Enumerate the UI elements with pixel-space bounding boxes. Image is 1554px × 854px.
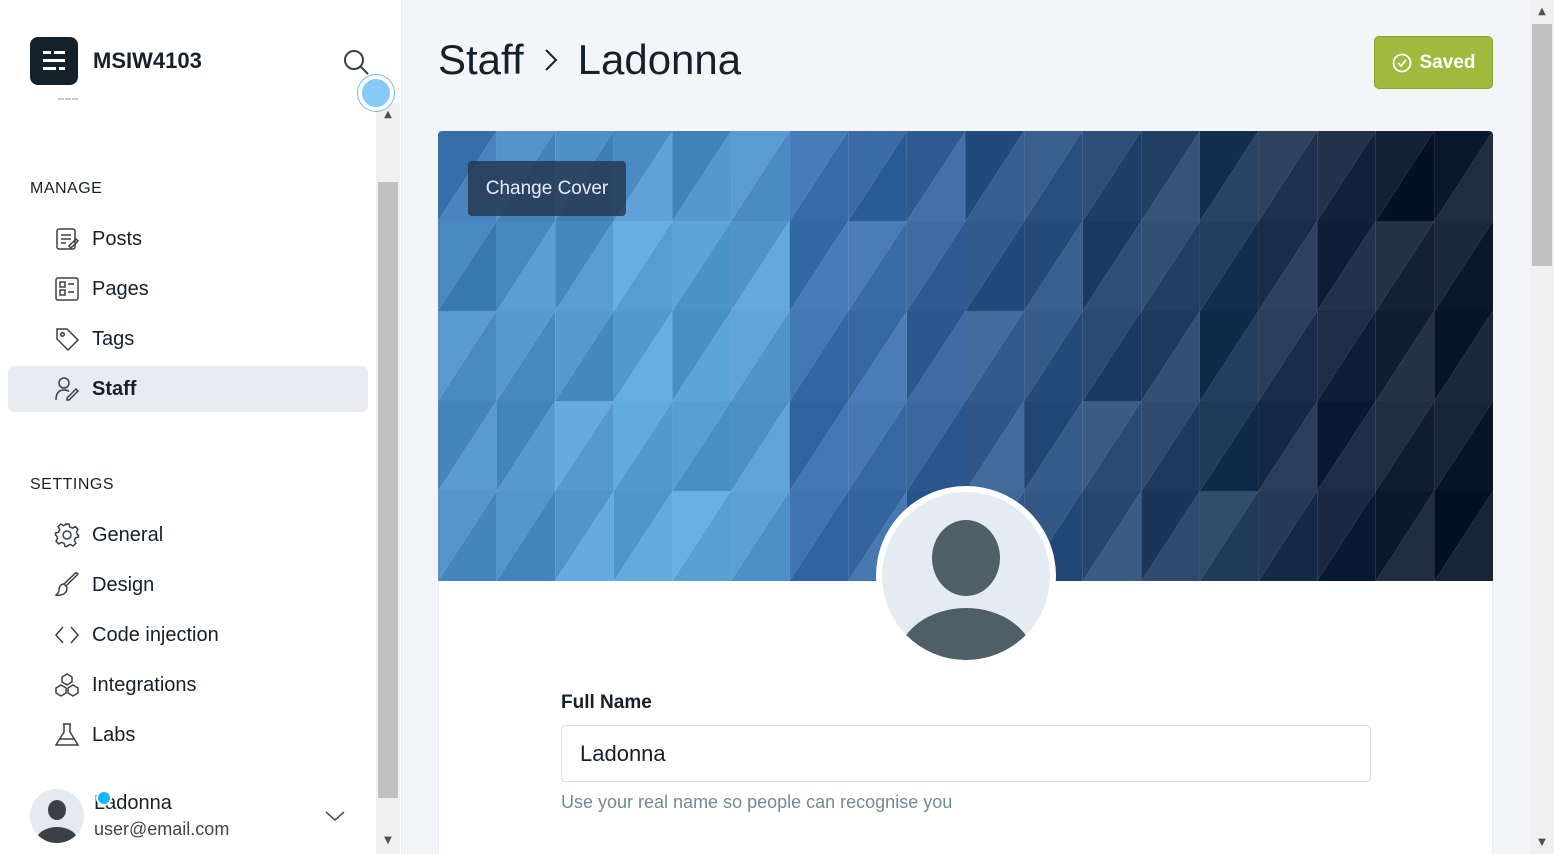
sidebar-item-label: General (92, 523, 164, 546)
sidebar-item-label: Staff (92, 377, 137, 400)
manage-heading: MANAGE (30, 180, 103, 197)
sidebar: MSIW4103 MANAGE Posts Pages Tags Staff S… (0, 0, 402, 854)
avatar (30, 789, 84, 843)
sidebar-item-label: Code injection (92, 623, 219, 646)
saved-button[interactable]: Saved (1374, 36, 1493, 89)
code-icon (54, 622, 80, 648)
change-cover-button[interactable]: Change Cover (468, 161, 626, 216)
avatar (882, 492, 1050, 660)
staff-icon (54, 376, 80, 402)
breadcrumb: Staff Ladonna (438, 36, 741, 84)
gear-icon (54, 522, 80, 548)
breadcrumb-parent-link[interactable]: Staff (438, 36, 524, 84)
full-name-label: Full Name (561, 692, 652, 713)
page-title: Ladonna (577, 36, 742, 83)
sidebar-item-design[interactable]: Design (8, 562, 368, 608)
user-email: user@email.com (94, 819, 230, 839)
sidebar-item-integrations[interactable]: Integrations (8, 662, 368, 708)
saved-button-label: Saved (1419, 51, 1476, 73)
chevron-down-icon[interactable] (324, 808, 346, 827)
brush-icon (54, 572, 80, 598)
check-circle-icon (1392, 53, 1412, 73)
brand-logo-icon (30, 37, 78, 85)
tag-icon (54, 326, 80, 352)
sidebar-item-label: Tags (92, 327, 135, 350)
integrations-icon (54, 672, 80, 698)
brand-name: MSIW4103 (93, 48, 202, 73)
notification-dot (96, 790, 112, 806)
user-name: Ladonna (94, 792, 172, 814)
sidebar-item-label: Pages (92, 277, 149, 300)
brand[interactable]: MSIW4103 (30, 37, 202, 85)
scroll-up-arrow-icon[interactable]: ▲ (1530, 6, 1554, 17)
pages-icon (54, 276, 80, 302)
sidebar-item-general[interactable]: General (8, 512, 368, 558)
flask-icon (54, 722, 80, 748)
clipped-nav-item (58, 98, 78, 104)
sidebar-item-posts[interactable]: Posts (8, 216, 368, 262)
sidebar-item-staff[interactable]: Staff (8, 366, 368, 412)
settings-heading: SETTINGS (30, 476, 115, 493)
user-menu[interactable]: Ladonna user@email.com (30, 786, 360, 846)
main-scrollbar[interactable]: ▲ ▼ (1530, 0, 1554, 854)
search-icon[interactable] (342, 48, 370, 76)
scroll-down-arrow-icon[interactable]: ▼ (376, 834, 400, 848)
sidebar-item-code-injection[interactable]: Code injection (8, 612, 368, 658)
mouse-cursor-indicator (358, 75, 394, 111)
full-name-input[interactable] (561, 725, 1371, 782)
sidebar-scrollbar-thumb[interactable] (378, 182, 398, 798)
main-scrollbar-thumb[interactable] (1532, 24, 1552, 266)
sidebar-item-labs[interactable]: Labs (8, 712, 368, 758)
sidebar-item-label: Posts (92, 227, 143, 250)
sidebar-item-tags[interactable]: Tags (8, 316, 368, 362)
main-content: Staff Ladonna Saved Change Cover Full Na… (402, 0, 1530, 854)
posts-icon (54, 226, 80, 252)
sidebar-item-label: Labs (92, 723, 136, 746)
full-name-help-text: Use your real name so people can recogni… (561, 792, 953, 812)
profile-image-upload[interactable] (876, 486, 1056, 666)
chevron-right-icon (542, 46, 560, 74)
scroll-down-arrow-icon[interactable]: ▼ (1530, 837, 1554, 848)
sidebar-item-pages[interactable]: Pages (8, 266, 368, 312)
sidebar-item-label: Design (92, 573, 155, 596)
sidebar-scrollbar[interactable]: ▲ ▼ (376, 104, 400, 854)
sidebar-item-label: Integrations (92, 673, 197, 696)
